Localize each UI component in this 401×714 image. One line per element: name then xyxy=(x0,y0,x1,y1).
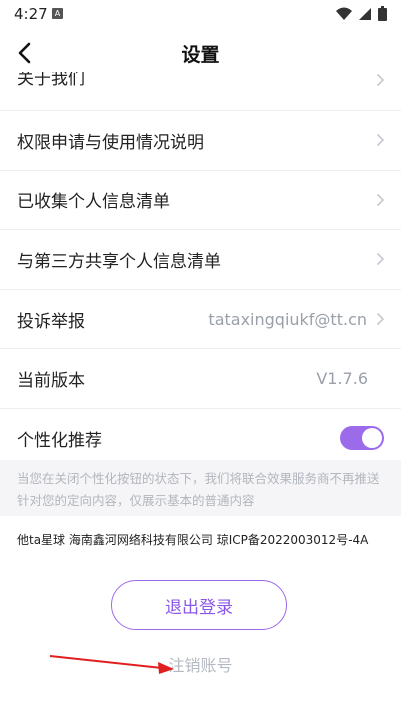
icp-info: 他ta星球 海南鑫河网络科技有限公司 琼ICP备2022003012号-4A xyxy=(17,533,369,547)
version-value: V1.7.6 xyxy=(316,369,368,389)
personalization-toggle[interactable] xyxy=(340,426,384,451)
settings-item-label: 与第三方共享个人信息清单 xyxy=(17,251,221,272)
settings-item-label: 当前版本 xyxy=(17,371,85,392)
chevron-right-icon xyxy=(376,193,385,206)
battery-icon xyxy=(378,6,387,21)
signal-icon xyxy=(359,7,371,20)
settings-item-label: 关于我们 xyxy=(17,69,85,89)
chevron-right-icon xyxy=(376,73,385,87)
chevron-right-icon xyxy=(376,313,385,326)
settings-item-personalization: 个性化推荐 xyxy=(0,409,401,468)
settings-item-third-party-info[interactable]: 与第三方共享个人信息清单 xyxy=(0,230,401,290)
settings-item-label: 投诉举报 xyxy=(17,311,85,332)
settings-item-label: 权限申请与使用情况说明 xyxy=(17,132,204,153)
chevron-right-icon xyxy=(376,134,385,147)
logout-button[interactable]: 退出登录 xyxy=(111,580,287,630)
report-email: tataxingqiukf@tt.cn xyxy=(208,309,367,329)
chevron-right-icon xyxy=(376,253,385,266)
settings-item-label: 已收集个人信息清单 xyxy=(17,192,170,213)
status-bar: 4:27 A xyxy=(0,0,401,28)
settings-item-permissions[interactable]: 权限申请与使用情况说明 xyxy=(0,111,401,171)
status-time: 4:27 xyxy=(14,5,48,23)
notification-badge: A xyxy=(52,8,63,19)
settings-item-collected-info[interactable]: 已收集个人信息清单 xyxy=(0,171,401,231)
toggle-knob xyxy=(362,428,382,449)
settings-item-label: 个性化推荐 xyxy=(17,430,102,451)
annotation-arrow-icon xyxy=(49,655,174,674)
settings-list: 关于我们 权限申请与使用情况说明 已收集个人信息清单 与第三方共享个人信息清单 … xyxy=(0,52,401,468)
settings-item-version: 当前版本 V1.7.6 xyxy=(0,349,401,409)
settings-item-report[interactable]: 投诉举报 tataxingqiukf@tt.cn xyxy=(0,290,401,350)
settings-item-about[interactable]: 关于我们 xyxy=(0,52,401,111)
system-icons xyxy=(336,6,387,21)
note-text: 当您在关闭个性化按钮的状态下，我们将联合效果服务商不再推送针对您的定向内容，仅展… xyxy=(17,471,380,508)
personalization-note: 当您在关闭个性化按钮的状态下，我们将联合效果服务商不再推送针对您的定向内容，仅展… xyxy=(0,460,401,516)
wifi-icon xyxy=(336,7,352,20)
